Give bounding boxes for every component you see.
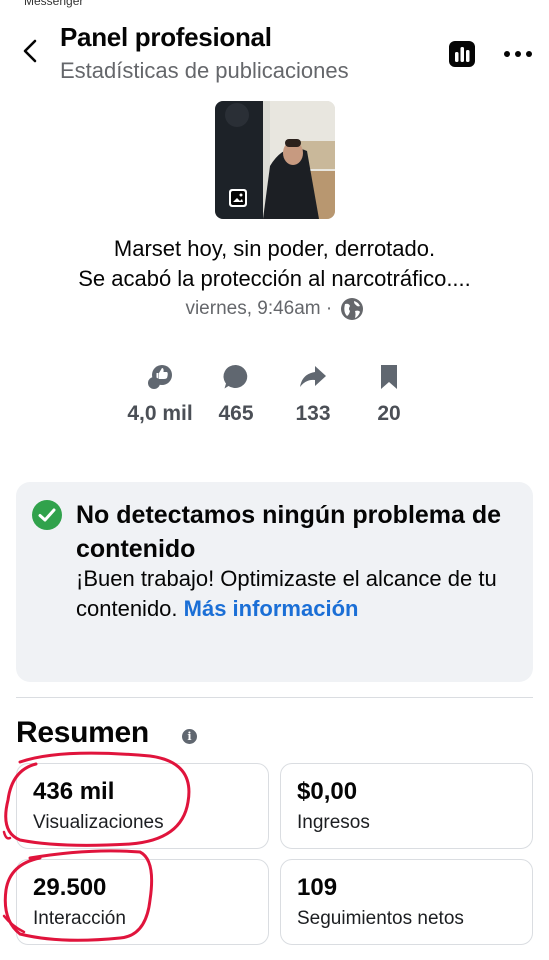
post-timestamp: viernes, 9:46am ·	[185, 298, 333, 320]
summary-title: Resumen	[16, 716, 149, 749]
post-title-line-2: Se acabó la protección al narcotráfico..…	[78, 266, 471, 291]
more-info-link[interactable]: Más información	[184, 596, 359, 621]
comments-metric[interactable]: 465	[194, 362, 278, 426]
page-title: Panel profesional	[60, 22, 272, 52]
photo-icon	[229, 189, 247, 207]
reactions-metric[interactable]: 4,0 mil	[118, 362, 202, 426]
engagement-metrics: 4,0 mil 465 133 20	[0, 362, 549, 432]
saves-metric[interactable]: 20	[347, 362, 431, 426]
views-label: Visualizaciones	[33, 812, 164, 833]
checkmark-circle-icon	[32, 500, 62, 530]
notice-title: No detectamos ningún problema de conteni…	[76, 501, 502, 563]
saves-count: 20	[377, 402, 401, 425]
comment-bubble-icon	[223, 364, 248, 389]
net-follows-card[interactable]: 109 Seguimientos netos	[280, 859, 533, 945]
shares-metric[interactable]: 133	[271, 362, 355, 426]
share-arrow-icon	[300, 366, 326, 387]
post-thumbnail[interactable]	[215, 101, 335, 219]
bar-chart-icon	[449, 41, 475, 67]
back-button[interactable]	[16, 36, 46, 66]
status-bar-fragment: Messenger	[24, 0, 84, 8]
more-dots-icon	[504, 51, 510, 57]
engagement-card[interactable]: 29.500 Interacción	[16, 859, 269, 945]
info-icon[interactable]: i	[182, 729, 197, 744]
earnings-label: Ingresos	[297, 812, 370, 833]
content-status-notice: No detectamos ningún problema de conteni…	[16, 482, 533, 682]
earnings-card[interactable]: $0,00 Ingresos	[280, 763, 533, 849]
engagement-value: 29.500	[33, 874, 107, 901]
more-options-button[interactable]	[500, 40, 536, 68]
bookmark-icon	[381, 365, 397, 389]
views-value: 436 mil	[33, 778, 115, 805]
notice-body: ¡Buen trabajo! Optimizaste el alcance de…	[76, 564, 516, 624]
net-follows-value: 109	[297, 874, 338, 901]
page-subtitle: Estadísticas de publicaciones	[60, 58, 349, 83]
header: Panel profesional Estadísticas de public…	[0, 18, 549, 88]
globe-icon	[340, 298, 363, 320]
net-follows-label: Seguimientos netos	[297, 908, 464, 929]
post-title: Marset hoy, sin poder, derrotado. Se aca…	[0, 234, 549, 294]
stats-button[interactable]	[446, 38, 478, 70]
shares-count: 133	[295, 402, 331, 425]
section-divider	[16, 697, 533, 698]
views-card[interactable]: 436 mil Visualizaciones	[16, 763, 269, 849]
earnings-value: $0,00	[297, 778, 358, 805]
engagement-label: Interacción	[33, 908, 126, 929]
post-title-line-1: Marset hoy, sin poder, derrotado.	[113, 236, 436, 261]
chevron-left-icon	[23, 39, 37, 63]
comments-count: 465	[218, 402, 254, 425]
reactions-count: 4,0 mil	[127, 402, 193, 425]
post-meta: viernes, 9:46am ·	[0, 297, 549, 321]
thumbs-up-icon	[148, 365, 172, 389]
